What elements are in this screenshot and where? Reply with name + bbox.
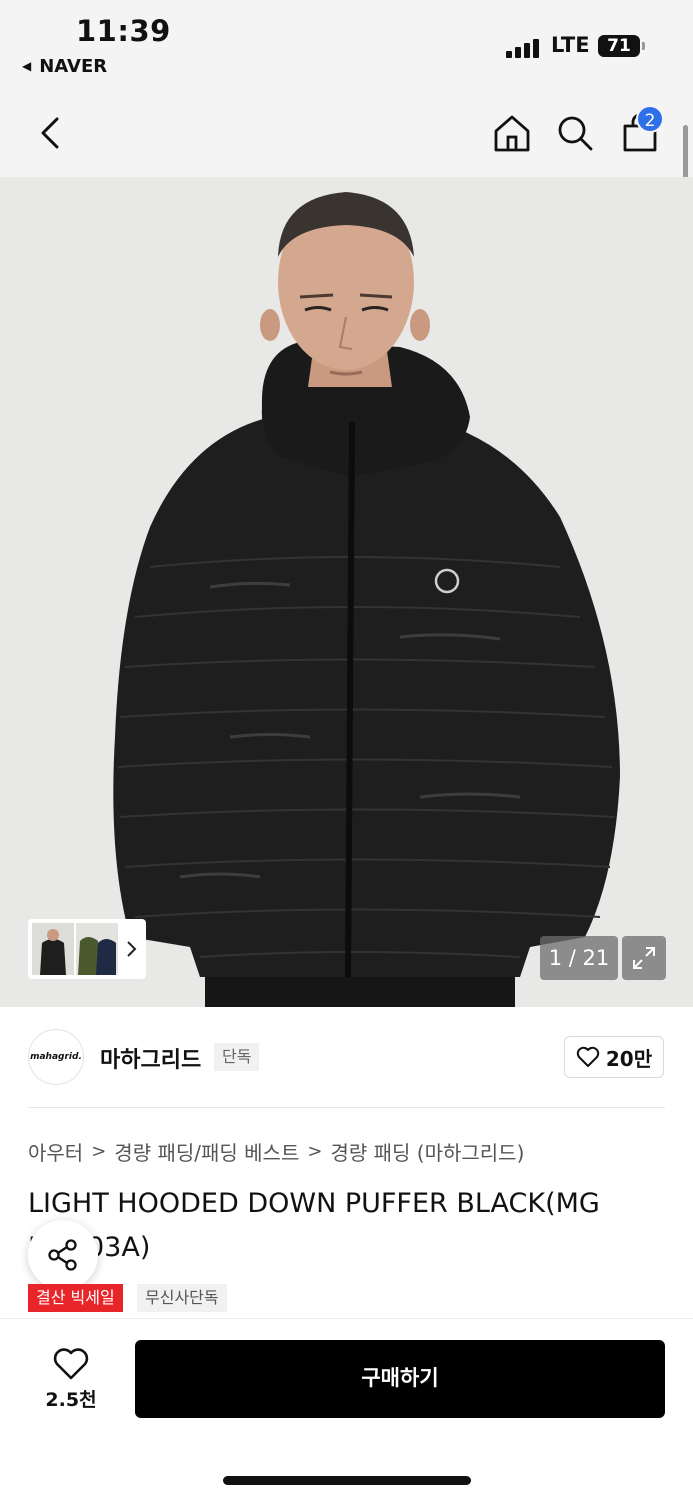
sale-badge: 결산 빅세일 [28, 1284, 123, 1312]
search-button[interactable] [547, 105, 603, 161]
thumbnail-black[interactable] [32, 923, 74, 975]
breadcrumb-item-outer[interactable]: 아우터 [28, 1137, 83, 1166]
home-indicator[interactable] [223, 1476, 471, 1485]
back-triangle-icon: ◀ [22, 59, 32, 73]
expand-icon [633, 947, 655, 969]
musinsa-exclusive-badge: 무신사단독 [137, 1284, 227, 1312]
cart-button[interactable]: 2 [612, 105, 668, 161]
back-button[interactable] [22, 105, 78, 161]
product-image[interactable] [0, 177, 693, 1007]
search-icon [558, 116, 593, 151]
top-nav-bar: 2 [0, 95, 693, 177]
home-button[interactable] [484, 105, 540, 161]
home-icon [494, 115, 530, 152]
wishlist-button[interactable]: 2.5천 [28, 1340, 114, 1418]
thumbnail-other-colors[interactable] [76, 923, 118, 975]
divider [28, 1107, 665, 1108]
heart-icon [576, 1046, 600, 1067]
breadcrumb-item-light-padding[interactable]: 경량 패딩/패딩 베스트 [114, 1137, 299, 1166]
wishlist-count: 2.5천 [45, 1388, 97, 1411]
buy-button[interactable]: 구매하기 [135, 1340, 665, 1418]
product-photo [0, 177, 693, 1007]
chevron-right-icon: > [91, 1141, 107, 1162]
battery-icon: 71 [598, 35, 640, 57]
network-type: LTE [551, 33, 590, 57]
brand-like-button[interactable]: 20만 [564, 1036, 664, 1078]
back-app-label: NAVER [39, 56, 108, 77]
breadcrumb: 아우터 > 경량 패딩/패딩 베스트 > 경량 패딩 (마하그리드) [28, 1137, 524, 1166]
back-to-app-link[interactable]: ◀ NAVER [22, 56, 107, 77]
cart-count-badge: 2 [636, 105, 664, 133]
expand-image-button[interactable] [622, 936, 666, 980]
brand-logo[interactable]: mahagrid. [28, 1029, 84, 1085]
share-button[interactable] [28, 1220, 98, 1290]
signal-icon [506, 38, 540, 58]
status-bar: 11:39 ◀ NAVER LTE 71 [0, 0, 693, 95]
brand-like-count: 20만 [605, 1046, 653, 1071]
share-icon [48, 1239, 77, 1271]
product-title: LIGHT HOODED DOWN PUFFER BLACK(MG MB903A… [28, 1188, 600, 1263]
color-thumbnail-strip[interactable] [28, 919, 146, 979]
breadcrumb-item-brand-category[interactable]: 경량 패딩 (마하그리드) [330, 1137, 524, 1166]
image-counter: 1 / 21 [540, 936, 618, 980]
battery-nub [642, 42, 645, 50]
clock: 11:39 [76, 14, 171, 48]
chevron-right-icon: > [307, 1141, 323, 1162]
heart-icon [53, 1347, 89, 1379]
brand-name[interactable]: 마하그리드 [100, 1042, 201, 1074]
chevron-right-icon [127, 941, 137, 957]
exclusive-tag: 단독 [214, 1043, 260, 1071]
chevron-left-icon [41, 117, 59, 149]
